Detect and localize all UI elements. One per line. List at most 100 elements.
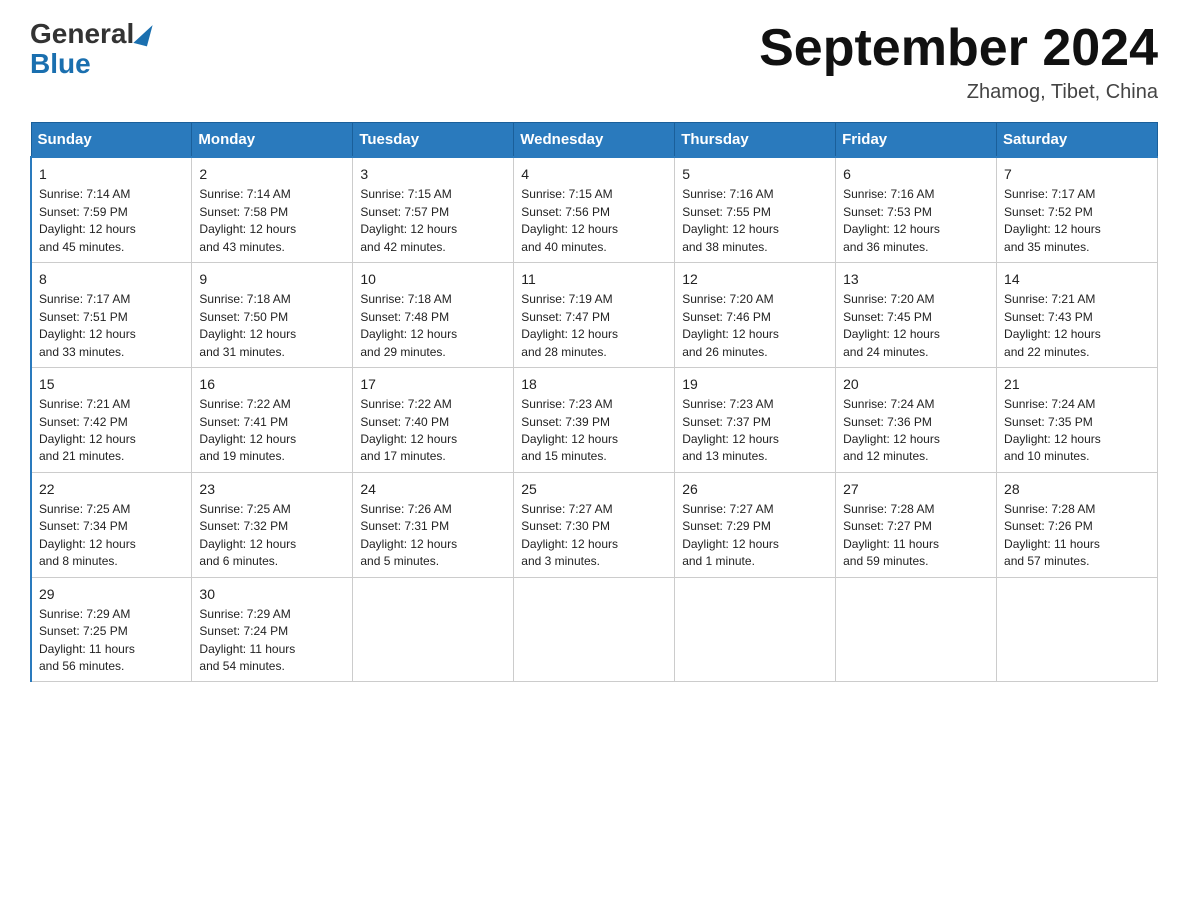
- day-info: Sunrise: 7:14 AMSunset: 7:58 PMDaylight:…: [199, 187, 296, 253]
- day-number: 14: [1004, 269, 1150, 289]
- day-number: 6: [843, 164, 989, 184]
- calendar-cell: 4 Sunrise: 7:15 AMSunset: 7:56 PMDayligh…: [514, 157, 675, 262]
- day-number: 1: [39, 164, 184, 184]
- day-info: Sunrise: 7:21 AMSunset: 7:43 PMDaylight:…: [1004, 292, 1101, 358]
- day-info: Sunrise: 7:16 AMSunset: 7:55 PMDaylight:…: [682, 187, 779, 253]
- calendar-cell: 11 Sunrise: 7:19 AMSunset: 7:47 PMDaylig…: [514, 263, 675, 368]
- day-info: Sunrise: 7:28 AMSunset: 7:27 PMDaylight:…: [843, 502, 939, 568]
- day-number: 25: [521, 479, 667, 499]
- week-row-3: 15 Sunrise: 7:21 AMSunset: 7:42 PMDaylig…: [31, 367, 1158, 472]
- day-header-sunday: Sunday: [31, 123, 192, 158]
- calendar-cell: 24 Sunrise: 7:26 AMSunset: 7:31 PMDaylig…: [353, 472, 514, 577]
- calendar-cell: 18 Sunrise: 7:23 AMSunset: 7:39 PMDaylig…: [514, 367, 675, 472]
- day-info: Sunrise: 7:22 AMSunset: 7:41 PMDaylight:…: [199, 397, 296, 463]
- calendar-cell: 3 Sunrise: 7:15 AMSunset: 7:57 PMDayligh…: [353, 157, 514, 262]
- page-header: General Blue September 2024 Zhamog, Tibe…: [30, 20, 1158, 104]
- day-header-tuesday: Tuesday: [353, 123, 514, 158]
- calendar-cell: 22 Sunrise: 7:25 AMSunset: 7:34 PMDaylig…: [31, 472, 192, 577]
- calendar-cell: 25 Sunrise: 7:27 AMSunset: 7:30 PMDaylig…: [514, 472, 675, 577]
- day-number: 12: [682, 269, 828, 289]
- day-info: Sunrise: 7:20 AMSunset: 7:46 PMDaylight:…: [682, 292, 779, 358]
- day-header-friday: Friday: [836, 123, 997, 158]
- day-number: 15: [39, 374, 184, 394]
- calendar-cell: 13 Sunrise: 7:20 AMSunset: 7:45 PMDaylig…: [836, 263, 997, 368]
- day-number: 3: [360, 164, 506, 184]
- calendar-cell: 16 Sunrise: 7:22 AMSunset: 7:41 PMDaylig…: [192, 367, 353, 472]
- day-number: 22: [39, 479, 184, 499]
- calendar-cell: 9 Sunrise: 7:18 AMSunset: 7:50 PMDayligh…: [192, 263, 353, 368]
- week-row-4: 22 Sunrise: 7:25 AMSunset: 7:34 PMDaylig…: [31, 472, 1158, 577]
- calendar-cell: 6 Sunrise: 7:16 AMSunset: 7:53 PMDayligh…: [836, 157, 997, 262]
- day-info: Sunrise: 7:14 AMSunset: 7:59 PMDaylight:…: [39, 187, 136, 253]
- day-info: Sunrise: 7:28 AMSunset: 7:26 PMDaylight:…: [1004, 502, 1100, 568]
- calendar-cell: 14 Sunrise: 7:21 AMSunset: 7:43 PMDaylig…: [997, 263, 1158, 368]
- day-header-wednesday: Wednesday: [514, 123, 675, 158]
- day-number: 29: [39, 584, 184, 604]
- day-number: 9: [199, 269, 345, 289]
- calendar-cell: 8 Sunrise: 7:17 AMSunset: 7:51 PMDayligh…: [31, 263, 192, 368]
- day-number: 18: [521, 374, 667, 394]
- day-info: Sunrise: 7:29 AMSunset: 7:25 PMDaylight:…: [39, 607, 135, 673]
- week-row-5: 29 Sunrise: 7:29 AMSunset: 7:25 PMDaylig…: [31, 577, 1158, 682]
- day-info: Sunrise: 7:18 AMSunset: 7:50 PMDaylight:…: [199, 292, 296, 358]
- day-number: 13: [843, 269, 989, 289]
- calendar-body: 1 Sunrise: 7:14 AMSunset: 7:59 PMDayligh…: [31, 157, 1158, 682]
- calendar-cell: 28 Sunrise: 7:28 AMSunset: 7:26 PMDaylig…: [997, 472, 1158, 577]
- day-number: 17: [360, 374, 506, 394]
- calendar-cell: 19 Sunrise: 7:23 AMSunset: 7:37 PMDaylig…: [675, 367, 836, 472]
- calendar-cell: 23 Sunrise: 7:25 AMSunset: 7:32 PMDaylig…: [192, 472, 353, 577]
- day-number: 7: [1004, 164, 1150, 184]
- day-header-monday: Monday: [192, 123, 353, 158]
- day-number: 20: [843, 374, 989, 394]
- calendar-table: SundayMondayTuesdayWednesdayThursdayFrid…: [30, 122, 1158, 682]
- calendar-cell: [353, 577, 514, 682]
- day-number: 23: [199, 479, 345, 499]
- day-info: Sunrise: 7:23 AMSunset: 7:37 PMDaylight:…: [682, 397, 779, 463]
- calendar-cell: [997, 577, 1158, 682]
- day-info: Sunrise: 7:22 AMSunset: 7:40 PMDaylight:…: [360, 397, 457, 463]
- day-info: Sunrise: 7:17 AMSunset: 7:51 PMDaylight:…: [39, 292, 136, 358]
- logo-triangle-icon: [134, 22, 153, 47]
- day-number: 4: [521, 164, 667, 184]
- day-number: 16: [199, 374, 345, 394]
- day-number: 2: [199, 164, 345, 184]
- day-info: Sunrise: 7:20 AMSunset: 7:45 PMDaylight:…: [843, 292, 940, 358]
- calendar-cell: 1 Sunrise: 7:14 AMSunset: 7:59 PMDayligh…: [31, 157, 192, 262]
- day-info: Sunrise: 7:21 AMSunset: 7:42 PMDaylight:…: [39, 397, 136, 463]
- day-info: Sunrise: 7:27 AMSunset: 7:30 PMDaylight:…: [521, 502, 618, 568]
- calendar-cell: [675, 577, 836, 682]
- day-number: 26: [682, 479, 828, 499]
- day-info: Sunrise: 7:19 AMSunset: 7:47 PMDaylight:…: [521, 292, 618, 358]
- calendar-cell: 10 Sunrise: 7:18 AMSunset: 7:48 PMDaylig…: [353, 263, 514, 368]
- day-info: Sunrise: 7:25 AMSunset: 7:32 PMDaylight:…: [199, 502, 296, 568]
- day-number: 28: [1004, 479, 1150, 499]
- day-info: Sunrise: 7:15 AMSunset: 7:57 PMDaylight:…: [360, 187, 457, 253]
- day-info: Sunrise: 7:27 AMSunset: 7:29 PMDaylight:…: [682, 502, 779, 568]
- day-number: 11: [521, 269, 667, 289]
- logo: General Blue: [30, 20, 152, 80]
- calendar-cell: 5 Sunrise: 7:16 AMSunset: 7:55 PMDayligh…: [675, 157, 836, 262]
- calendar-cell: 20 Sunrise: 7:24 AMSunset: 7:36 PMDaylig…: [836, 367, 997, 472]
- location-text: Zhamog, Tibet, China: [759, 81, 1158, 104]
- day-number: 10: [360, 269, 506, 289]
- day-info: Sunrise: 7:17 AMSunset: 7:52 PMDaylight:…: [1004, 187, 1101, 253]
- calendar-header: SundayMondayTuesdayWednesdayThursdayFrid…: [31, 123, 1158, 158]
- calendar-cell: 7 Sunrise: 7:17 AMSunset: 7:52 PMDayligh…: [997, 157, 1158, 262]
- calendar-cell: [514, 577, 675, 682]
- day-info: Sunrise: 7:18 AMSunset: 7:48 PMDaylight:…: [360, 292, 457, 358]
- calendar-cell: 15 Sunrise: 7:21 AMSunset: 7:42 PMDaylig…: [31, 367, 192, 472]
- day-number: 21: [1004, 374, 1150, 394]
- calendar-cell: 21 Sunrise: 7:24 AMSunset: 7:35 PMDaylig…: [997, 367, 1158, 472]
- day-info: Sunrise: 7:24 AMSunset: 7:35 PMDaylight:…: [1004, 397, 1101, 463]
- day-info: Sunrise: 7:29 AMSunset: 7:24 PMDaylight:…: [199, 607, 295, 673]
- calendar-cell: 30 Sunrise: 7:29 AMSunset: 7:24 PMDaylig…: [192, 577, 353, 682]
- calendar-cell: 2 Sunrise: 7:14 AMSunset: 7:58 PMDayligh…: [192, 157, 353, 262]
- calendar-cell: [836, 577, 997, 682]
- day-number: 24: [360, 479, 506, 499]
- calendar-cell: 27 Sunrise: 7:28 AMSunset: 7:27 PMDaylig…: [836, 472, 997, 577]
- day-info: Sunrise: 7:16 AMSunset: 7:53 PMDaylight:…: [843, 187, 940, 253]
- day-number: 8: [39, 269, 184, 289]
- logo-blue-text: Blue: [30, 48, 91, 80]
- day-number: 5: [682, 164, 828, 184]
- day-number: 27: [843, 479, 989, 499]
